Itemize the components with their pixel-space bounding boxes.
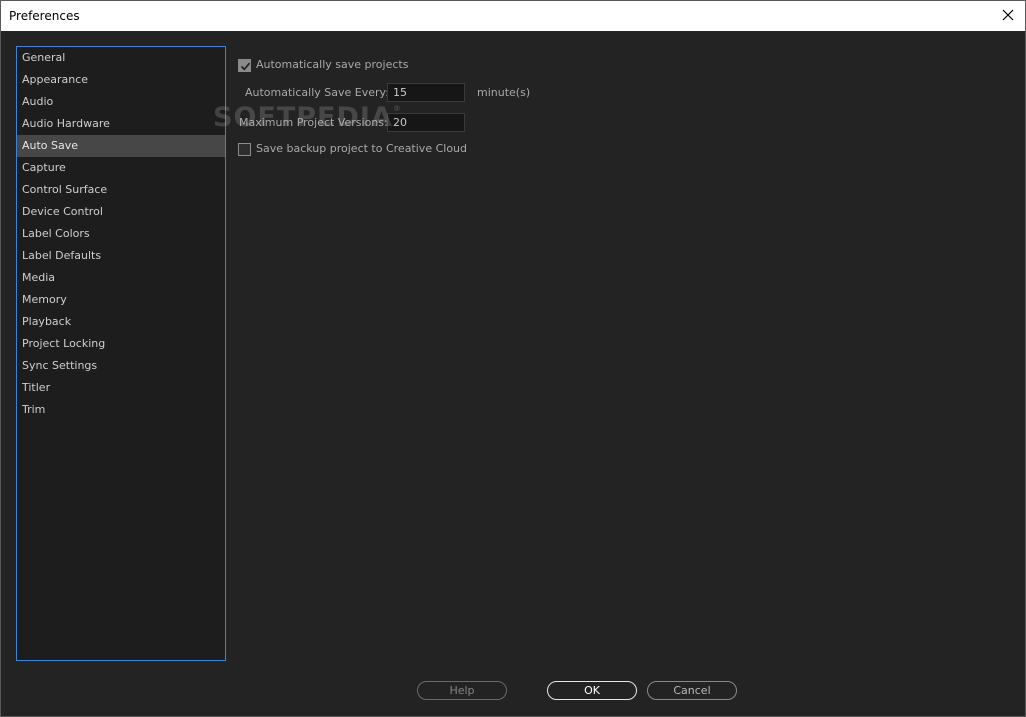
preferences-category-list: General Appearance Audio Audio Hardware …: [16, 46, 226, 661]
cloud-backup-label: Save backup project to Creative Cloud: [256, 142, 467, 155]
save-every-unit: minute(s): [477, 86, 531, 99]
sidebar-item-sync-settings[interactable]: Sync Settings: [17, 355, 225, 377]
sidebar-item-project-locking[interactable]: Project Locking: [17, 333, 225, 355]
sidebar-item-label-colors[interactable]: Label Colors: [17, 223, 225, 245]
sidebar-item-memory[interactable]: Memory: [17, 289, 225, 311]
sidebar-item-titler[interactable]: Titler: [17, 377, 225, 399]
window-title: Preferences: [9, 9, 80, 23]
auto-save-checkbox[interactable]: [238, 59, 251, 72]
title-bar: Preferences: [1, 1, 1025, 31]
registered-mark: ®: [392, 104, 402, 113]
preferences-dialog: Preferences General Appearance Audio Aud…: [0, 0, 1026, 717]
sidebar-item-device-control[interactable]: Device Control: [17, 201, 225, 223]
sidebar-item-auto-save[interactable]: Auto Save: [17, 135, 225, 157]
sidebar-item-media[interactable]: Media: [17, 267, 225, 289]
sidebar-item-audio[interactable]: Audio: [17, 91, 225, 113]
sidebar-item-playback[interactable]: Playback: [17, 311, 225, 333]
save-every-input[interactable]: [387, 83, 465, 102]
sidebar-item-appearance[interactable]: Appearance: [17, 69, 225, 91]
max-versions-label: Maximum Project Versions:: [239, 116, 388, 129]
checkmark-icon: [240, 62, 251, 71]
help-button[interactable]: Help: [417, 681, 507, 700]
sidebar-item-audio-hardware[interactable]: Audio Hardware: [17, 113, 225, 135]
max-versions-input[interactable]: [387, 113, 465, 132]
close-button[interactable]: [991, 1, 1025, 31]
save-every-label: Automatically Save Every:: [245, 86, 389, 99]
ok-button[interactable]: OK: [547, 681, 637, 700]
sidebar-item-trim[interactable]: Trim: [17, 399, 225, 421]
auto-save-label: Automatically save projects: [256, 58, 409, 71]
cloud-backup-checkbox[interactable]: [238, 143, 251, 156]
cancel-button[interactable]: Cancel: [647, 681, 737, 700]
sidebar-item-label-defaults[interactable]: Label Defaults: [17, 245, 225, 267]
sidebar-item-control-surface[interactable]: Control Surface: [17, 179, 225, 201]
close-icon: [1002, 9, 1014, 21]
sidebar-item-capture[interactable]: Capture: [17, 157, 225, 179]
sidebar-item-general[interactable]: General: [17, 47, 225, 69]
